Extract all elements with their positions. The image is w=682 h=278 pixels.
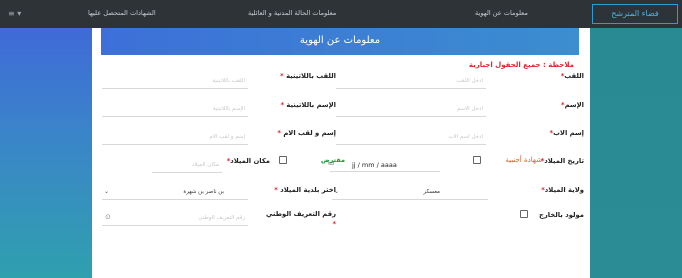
first-name-latin-input[interactable] bbox=[102, 102, 248, 117]
tab-certificates[interactable]: الشهادات المتحصل عليها bbox=[88, 9, 156, 17]
top-navbar: ≡ ▾ الشهادات المتحصل عليها معلومات الحال… bbox=[0, 0, 682, 28]
nin-input[interactable] bbox=[102, 211, 248, 226]
foreign-cert-checkbox[interactable] bbox=[473, 156, 481, 164]
birth-commune-label: اختر بلدية الميلاد * bbox=[274, 186, 336, 194]
father-name-label: إسم الاب* bbox=[549, 129, 585, 137]
birth-commune-select[interactable]: بن ناصر بن شهرة ⌄ bbox=[102, 185, 248, 200]
presumed-checkbox[interactable] bbox=[279, 156, 287, 164]
last-name-label: اللقب* bbox=[560, 72, 584, 80]
last-name-input[interactable] bbox=[336, 74, 486, 89]
born-abroad-checkbox[interactable] bbox=[520, 210, 528, 218]
first-name-label: الإسم* bbox=[561, 101, 584, 109]
first-name-latin-label: الإسم باللاتينية * bbox=[280, 101, 336, 109]
mother-name-input[interactable] bbox=[102, 130, 248, 145]
birth-date-label: تاريخ الميلاد* bbox=[540, 157, 584, 165]
birth-place-input[interactable] bbox=[152, 158, 222, 173]
birth-date-input[interactable]: ▭ jj / mm / aaaa bbox=[328, 157, 440, 172]
birth-place-label: مكان الميلاد* bbox=[226, 157, 270, 165]
right-panel bbox=[590, 28, 682, 278]
last-name-latin-label: اللقب باللاتينية * bbox=[280, 72, 336, 80]
last-name-latin-input[interactable] bbox=[102, 74, 248, 89]
menu-toggle-icon[interactable]: ≡ ▾ bbox=[8, 9, 21, 18]
birth-wilaya-select[interactable]: معسكر ⌄ bbox=[332, 185, 488, 200]
nin-label: رقم التعريف الوطني bbox=[266, 210, 336, 218]
foreign-cert-label: شهادة أجنبية bbox=[505, 156, 542, 164]
first-name-input[interactable] bbox=[336, 102, 486, 117]
presumed-label: مفترض bbox=[320, 156, 345, 164]
father-name-input[interactable] bbox=[336, 130, 486, 145]
tab-civil-status[interactable]: معلومات الحالة المدنية و العائلية bbox=[248, 9, 336, 17]
birth-wilaya-label: ولاية الميلاد* bbox=[541, 186, 584, 194]
nin-required-mark: * bbox=[332, 220, 336, 228]
candidate-space-button[interactable]: فضاء المترشح bbox=[592, 4, 678, 24]
born-abroad-label: مولود بالخارج bbox=[538, 211, 584, 219]
left-panel bbox=[0, 28, 92, 278]
form-header: معلومات عن الهوية bbox=[101, 28, 579, 55]
mother-name-label: إسم و لقب الام * bbox=[277, 129, 336, 137]
identity-form-card: معلومات عن الهوية ملاحظة : جميع الحقول ا… bbox=[92, 28, 590, 278]
chevron-down-icon: ⌄ bbox=[104, 188, 110, 195]
required-fields-note: ملاحظة : جميع الحقول اجبارية bbox=[468, 61, 574, 69]
tab-identity[interactable]: معلومات عن الهوية bbox=[475, 9, 528, 17]
